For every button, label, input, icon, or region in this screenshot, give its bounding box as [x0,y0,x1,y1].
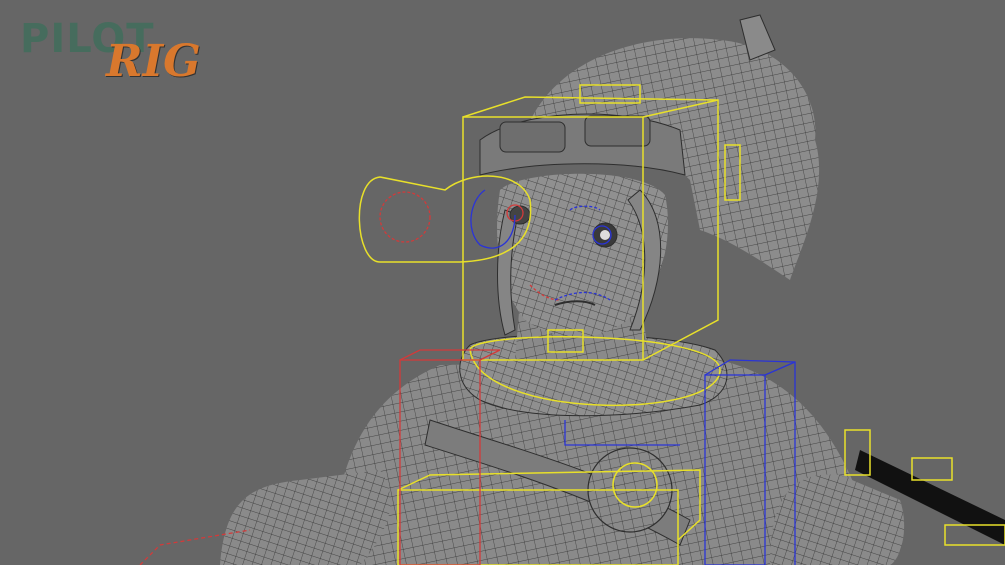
torso-mesh [220,333,1005,565]
brand-logo-rig: RIG [106,36,201,87]
3d-viewport[interactable]: PILOT RIG [0,0,1005,565]
brand-logo: PILOT RIG [20,16,201,96]
